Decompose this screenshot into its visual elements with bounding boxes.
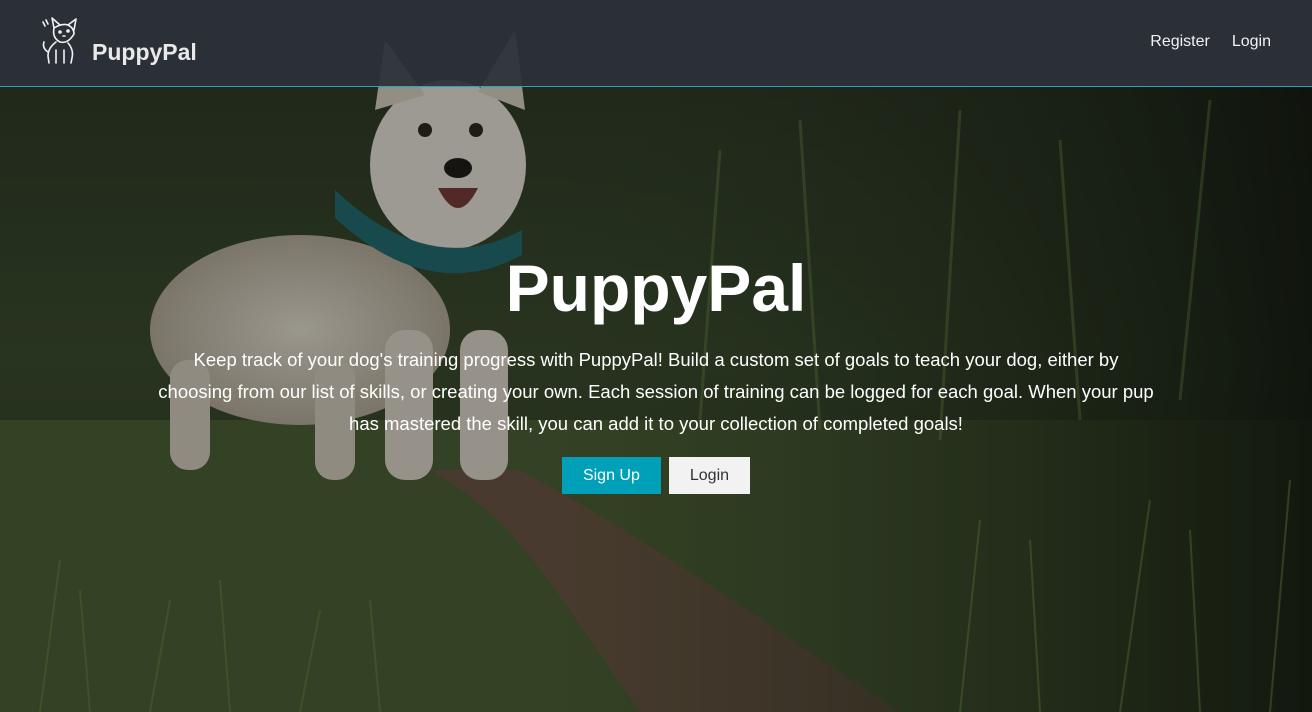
- signup-button[interactable]: Sign Up: [561, 457, 661, 494]
- nav-login-link[interactable]: Login: [1232, 32, 1271, 52]
- landing-page: PuppyPal Register Login PuppyPal Keep tr…: [0, 0, 1312, 712]
- hero-button-group: Sign Up Login: [0, 457, 1312, 494]
- hero-section: PuppyPal Keep track of your dog's traini…: [0, 248, 1312, 494]
- top-navbar: PuppyPal Register Login: [0, 0, 1312, 87]
- brand-name: PuppyPal: [92, 39, 197, 65]
- login-button[interactable]: Login: [668, 457, 751, 494]
- brand-home-link[interactable]: PuppyPal: [40, 16, 197, 66]
- nav-register-link[interactable]: Register: [1150, 32, 1210, 52]
- hero-title: PuppyPal: [505, 251, 807, 325]
- hero-description: Keep track of your dog's training progre…: [158, 349, 1154, 434]
- dog-logo-icon: [42, 17, 77, 64]
- nav-links: Register Login: [1150, 32, 1271, 52]
